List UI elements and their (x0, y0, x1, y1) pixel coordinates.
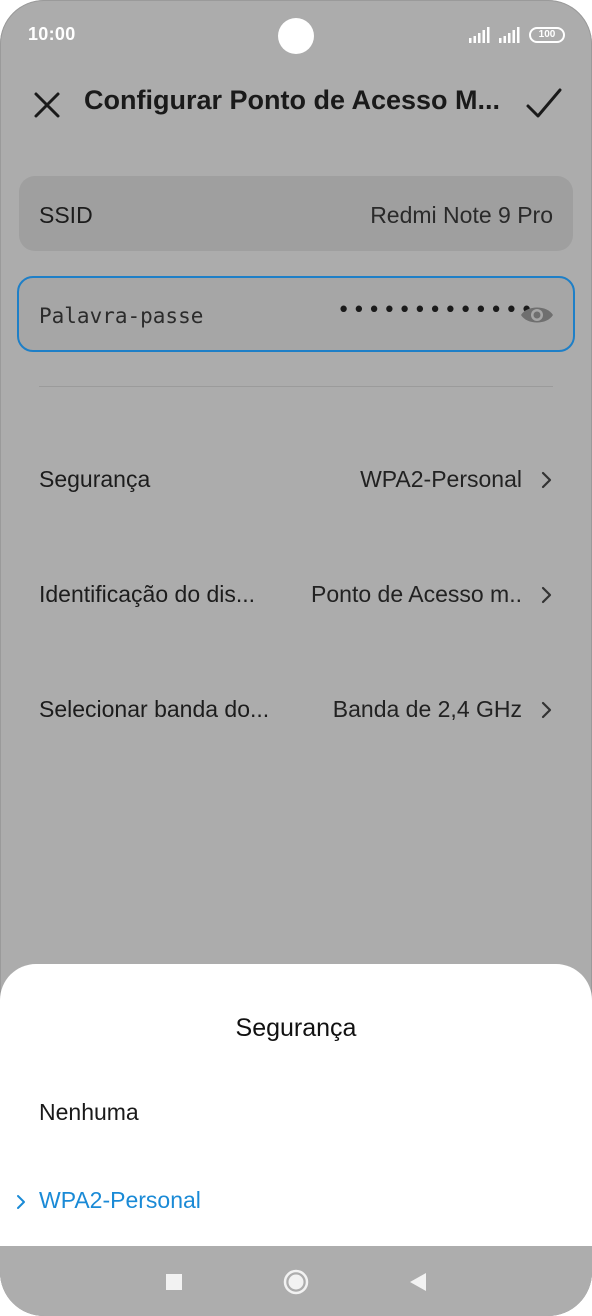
app-header: Configurar Ponto de Acesso M... (0, 72, 592, 132)
status-bar: 10:00 100 (0, 0, 592, 72)
recents-square-icon[interactable] (160, 1268, 188, 1296)
ssid-label: SSID (39, 202, 93, 228)
chevron-right-icon (541, 586, 552, 604)
selected-chevron-icon (17, 1195, 25, 1209)
settings-row-device-id[interactable]: Identificação do dis... Ponto de Acesso … (0, 565, 592, 625)
password-masked-value: ••••••••••••• (337, 298, 536, 323)
home-circle-icon[interactable] (282, 1268, 310, 1296)
signal-icon (469, 27, 490, 43)
row-label: Segurança (39, 466, 151, 492)
page-title: Configurar Ponto de Acesso M... (84, 85, 501, 115)
option-label: Nenhuma (39, 1099, 139, 1125)
sheet-title: Segurança (235, 1014, 357, 1042)
eye-icon[interactable] (519, 300, 555, 330)
close-icon[interactable] (28, 82, 68, 122)
front-camera-cutout (278, 18, 314, 54)
password-field[interactable]: Palavra-passe ••••••••••••• (17, 276, 575, 352)
ssid-field[interactable]: SSID Redmi Note 9 Pro (19, 176, 573, 251)
check-icon[interactable] (522, 80, 566, 124)
settings-row-security[interactable]: Segurança WPA2-Personal (0, 450, 592, 510)
row-label: Identificação do dis... (39, 581, 256, 607)
battery-icon: 100 (529, 27, 565, 43)
settings-row-band[interactable]: Selecionar banda do... Banda de 2,4 GHz (0, 680, 592, 740)
password-label: Palavra-passe (39, 304, 204, 328)
option-label: WPA2-Personal (39, 1187, 201, 1213)
row-value: WPA2-Personal (360, 466, 522, 492)
option-wpa2-personal[interactable]: WPA2-Personal (0, 1172, 592, 1232)
row-value: Ponto de Acesso m.. (311, 581, 522, 607)
back-triangle-icon[interactable] (404, 1268, 432, 1296)
chevron-right-icon (541, 471, 552, 489)
signal-icon (499, 27, 520, 43)
security-bottom-sheet: Segurança Nenhuma WPA2-Personal (0, 964, 592, 1246)
navigation-bar (0, 1246, 592, 1316)
row-value: Banda de 2,4 GHz (332, 696, 522, 722)
status-time: 10:00 (28, 24, 76, 44)
ssid-value: Redmi Note 9 Pro (370, 202, 553, 228)
option-none[interactable]: Nenhuma (0, 1084, 592, 1144)
phone-screen: 10:00 100 Configurar Ponto de Acesso M..… (0, 0, 592, 1316)
divider (39, 386, 553, 387)
chevron-right-icon (541, 701, 552, 719)
row-label: Selecionar banda do... (39, 696, 270, 722)
